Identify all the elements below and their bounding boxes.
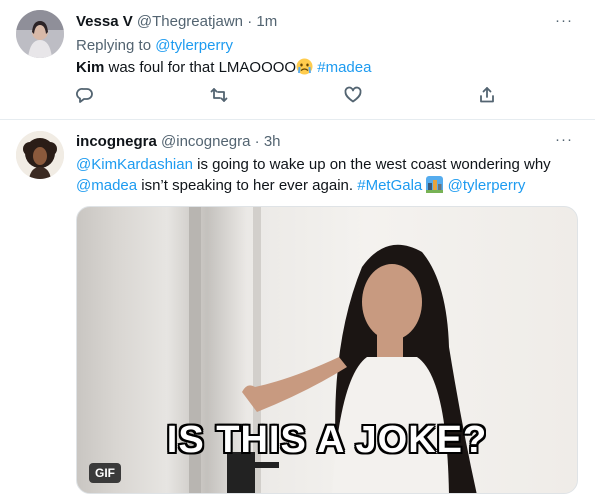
tweet-header: Vessa V @Thegreatjawn · 1m <box>76 12 277 32</box>
replying-handle-link[interactable]: @tylerperry <box>155 37 233 54</box>
tweet-text: isn’t speaking to her ever again. <box>137 177 358 194</box>
tweet-text-line-2: @madea isn’t speaking to her ever again.… <box>76 176 525 196</box>
gif-media[interactable]: IS THIS A JOKE? GIF <box>76 206 578 494</box>
replying-prefix: Replying to <box>76 37 152 54</box>
avatar[interactable] <box>16 10 64 58</box>
hashtag-link[interactable]: #madea <box>317 59 371 76</box>
mention-link[interactable]: @KimKardashian <box>76 156 193 173</box>
more-options-icon[interactable]: ··· <box>555 131 573 148</box>
gif-badge: GIF <box>89 463 121 483</box>
tweet-text-body: was foul for that LMAOOOO <box>104 59 297 76</box>
display-name[interactable]: incognegra <box>76 133 157 150</box>
tweet-text: Kim was foul for that LMAOOOO #madea <box>76 58 371 78</box>
tweet-actions <box>76 86 506 108</box>
separator: · <box>254 133 260 150</box>
replying-to: Replying to @tylerperry <box>76 36 233 56</box>
reply-icon[interactable] <box>76 86 98 108</box>
handle[interactable]: @incognegra <box>161 133 250 150</box>
retweet-icon[interactable] <box>210 86 232 108</box>
like-icon[interactable] <box>344 86 366 108</box>
gif-caption: IS THIS A JOKE? <box>166 419 488 461</box>
tweet-header: incognegra @incognegra · 3h <box>76 132 281 152</box>
mention-link[interactable]: @madea <box>76 177 137 194</box>
hashtag-link[interactable]: #MetGala <box>357 177 422 194</box>
timestamp[interactable]: 3h <box>264 133 281 150</box>
mention-link[interactable]: @tylerperry <box>448 177 526 194</box>
share-icon[interactable] <box>478 86 500 108</box>
separator: · <box>247 13 253 30</box>
display-name[interactable]: Vessa V <box>76 13 133 30</box>
tweet-text-bold: Kim <box>76 59 105 76</box>
avatar[interactable] <box>16 131 64 179</box>
city-emoji <box>426 176 444 193</box>
tweet-text-line-1: @KimKardashian is going to wake up on th… <box>76 155 551 175</box>
timestamp[interactable]: 1m <box>256 13 277 30</box>
reply-tweet[interactable]: Vessa V @Thegreatjawn · 1m ··· Replying … <box>0 0 595 120</box>
more-options-icon[interactable]: ··· <box>555 12 573 29</box>
quoted-tweet[interactable]: incognegra @incognegra · 3h ··· @KimKard… <box>0 121 595 500</box>
tweet-text: is going to wake up on the west coast wo… <box>192 156 551 173</box>
handle[interactable]: @Thegreatjawn <box>137 13 243 30</box>
crying-face-emoji <box>296 58 313 75</box>
